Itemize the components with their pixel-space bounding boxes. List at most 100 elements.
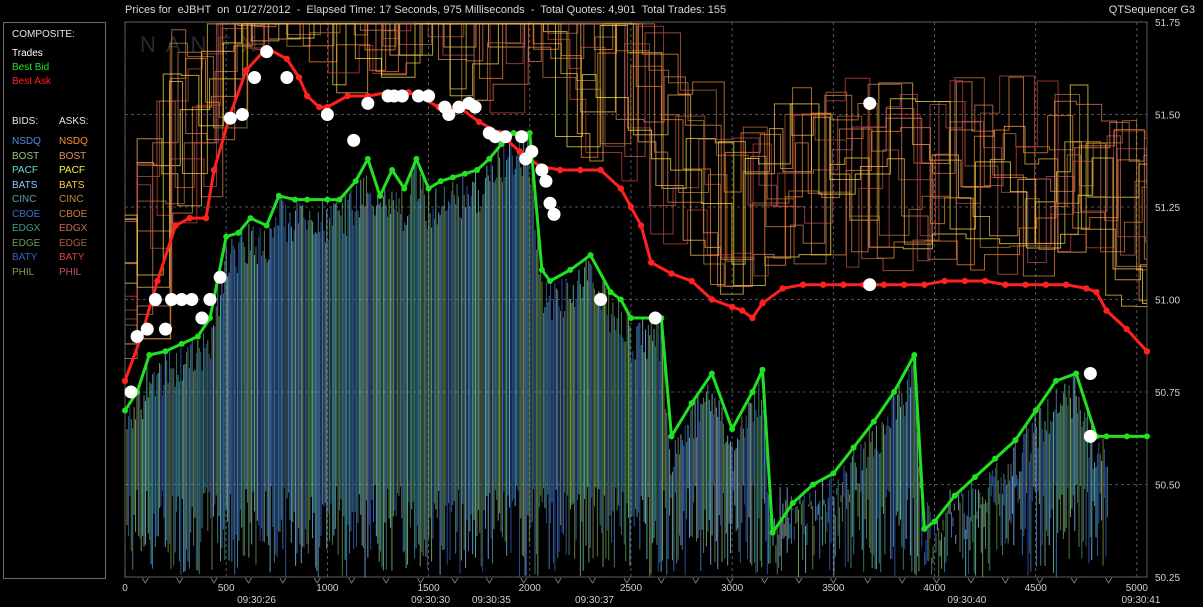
x-tick-label: 3000 <box>721 583 744 594</box>
quote-point <box>799 281 807 288</box>
quote-point <box>981 277 989 285</box>
trade-point <box>320 108 334 121</box>
time-marker <box>692 577 700 584</box>
quote-point <box>283 55 291 63</box>
quote-point <box>474 167 481 173</box>
quote-point <box>1032 407 1039 414</box>
time-marker <box>1070 577 1078 584</box>
x-tick-label: 2500 <box>620 583 643 594</box>
quote-point <box>1002 281 1009 288</box>
y-axis: 50.25 50.50 50.75 51.00 51.25 51.50 51.75 <box>1155 18 1180 584</box>
y-tick-label: 51.25 <box>1155 203 1180 214</box>
quote-point <box>556 166 564 174</box>
quote-point <box>1123 433 1130 440</box>
trade-point <box>863 96 877 110</box>
quote-point <box>425 185 432 192</box>
x-tick-label: 1500 <box>417 583 440 594</box>
trade-point <box>148 293 162 306</box>
x-tick-label: 2000 <box>519 583 542 594</box>
y-tick-label: 51.50 <box>1155 111 1180 122</box>
quote-point <box>941 277 948 285</box>
quote-point <box>668 270 675 277</box>
time-label: 09:30:26 <box>237 595 276 606</box>
trade-point <box>213 270 227 284</box>
trade-point <box>594 293 608 306</box>
time-marker <box>761 577 768 584</box>
quote-point <box>413 155 420 162</box>
quote-point <box>263 222 270 229</box>
time-marker <box>485 577 493 584</box>
time-marker <box>657 577 665 584</box>
time-label: 09:30:41 <box>1121 595 1160 606</box>
trade-point <box>547 207 561 221</box>
trade-point <box>395 89 409 103</box>
time-marker <box>864 577 872 584</box>
quote-point <box>210 166 218 174</box>
quote-point <box>607 289 614 296</box>
quote-point <box>749 389 756 395</box>
quote-point <box>121 377 129 385</box>
quote-bars <box>126 135 1108 577</box>
quote-point <box>1052 377 1059 384</box>
quote-point <box>449 174 456 181</box>
quote-point <box>1143 348 1151 355</box>
quote-point <box>627 315 634 321</box>
quote-point <box>344 92 351 100</box>
quote-point <box>376 192 383 199</box>
trade-point <box>347 133 361 147</box>
quote-point <box>295 74 303 81</box>
quote-point <box>729 426 736 432</box>
trade-point <box>535 163 549 177</box>
quote-point <box>324 196 331 203</box>
quote-point <box>401 185 408 192</box>
y-tick-label: 51.75 <box>1155 18 1180 29</box>
quote-point <box>364 155 371 162</box>
time-marker <box>382 577 390 584</box>
time-marker <box>245 577 252 584</box>
quote-point <box>1012 437 1019 444</box>
x-axis: 0 500 1000 1500 2000 2500 3000 3500 4000 4500 5000… <box>122 577 1161 606</box>
trade-point <box>361 96 375 110</box>
quote-point <box>637 222 645 229</box>
x-tick-label: 500 <box>218 583 235 594</box>
quote-point <box>1103 307 1110 314</box>
trade-point <box>248 71 262 84</box>
trade-point <box>158 322 172 336</box>
quote-point <box>921 281 928 288</box>
time-marker <box>141 577 149 584</box>
trade-point <box>468 100 482 114</box>
quote-point <box>1062 281 1070 288</box>
quote-point <box>840 281 847 288</box>
time-marker <box>589 577 596 584</box>
quote-point <box>223 233 230 240</box>
trade-point <box>498 130 512 144</box>
time-marker <box>898 577 906 584</box>
quote-point <box>247 215 254 222</box>
quote-point <box>769 529 776 536</box>
trade-point <box>124 385 138 399</box>
quote-point <box>911 352 918 358</box>
quote-point <box>1093 288 1100 296</box>
trade-point <box>1083 367 1097 380</box>
quote-point <box>617 296 624 303</box>
quote-point <box>992 455 999 462</box>
quote-point <box>486 155 493 162</box>
quote-point <box>789 500 796 506</box>
quote-point <box>1073 370 1080 377</box>
trade-point <box>648 311 662 325</box>
quote-point <box>577 166 584 174</box>
trade-point <box>515 130 529 144</box>
quote-point <box>870 418 877 425</box>
x-tick-label: 1000 <box>316 583 339 594</box>
trade-point <box>1083 429 1097 443</box>
quote-point <box>1123 325 1130 333</box>
quote-point <box>352 178 359 185</box>
quote-point <box>728 303 736 311</box>
trade-point <box>539 174 553 188</box>
quote-point <box>336 196 343 203</box>
quote-point <box>122 407 128 414</box>
quote-point <box>951 492 958 499</box>
time-marker <box>967 577 975 584</box>
quote-point <box>303 92 311 100</box>
quote-point <box>154 277 161 285</box>
